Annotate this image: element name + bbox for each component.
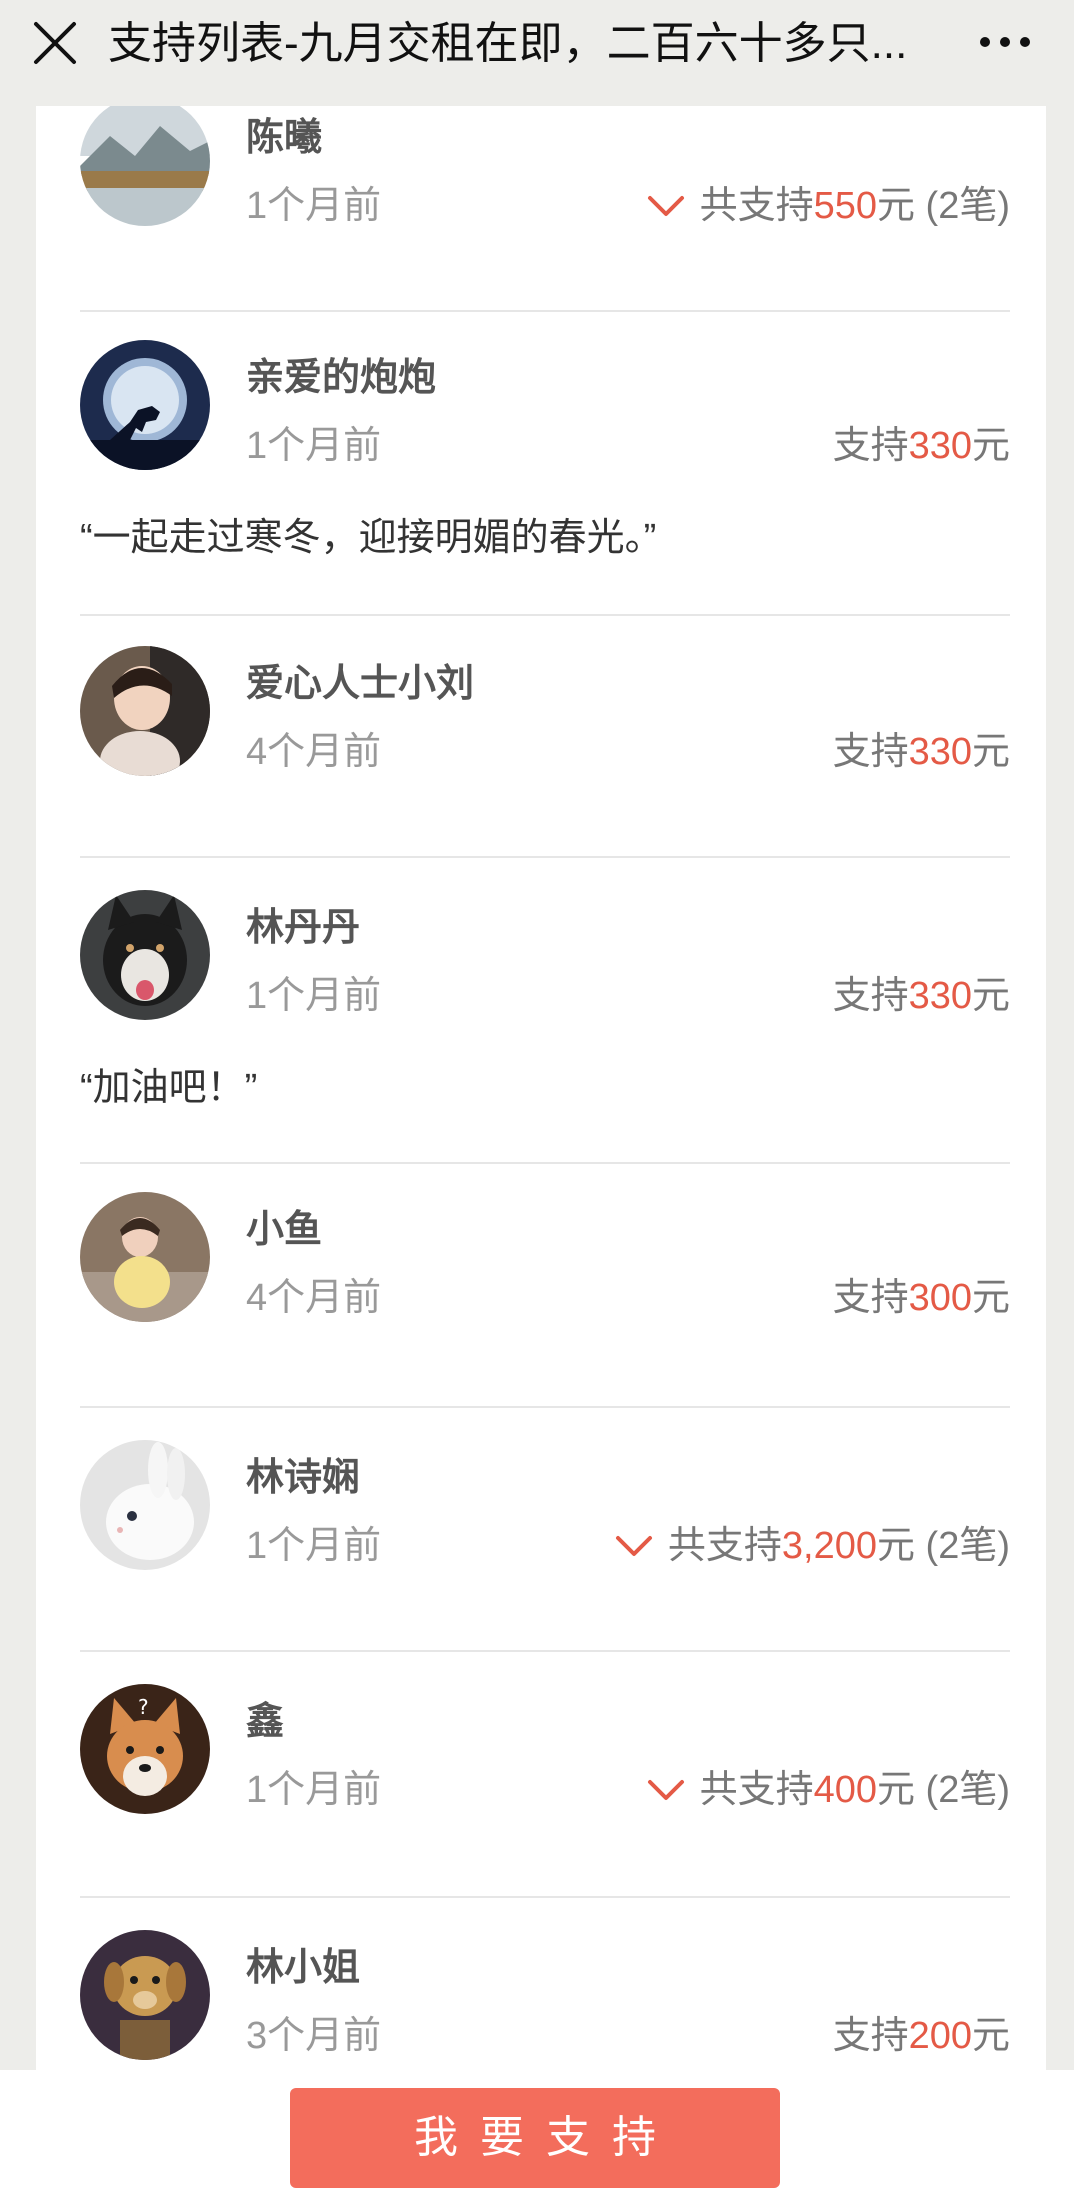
amount-value: 550 — [813, 185, 877, 227]
divider — [80, 1162, 1010, 1164]
chevron-down-icon[interactable] — [646, 192, 686, 220]
support-comment: “一起走过寒冬，迎接明媚的春光。” — [80, 517, 657, 559]
divider — [80, 614, 1010, 616]
chevron-down-icon[interactable] — [614, 1532, 654, 1560]
support-amount: 支持 330 元 — [833, 972, 1010, 1020]
support-comment: “加油吧！” — [80, 1067, 258, 1109]
amount-value: 3,200 — [781, 1525, 877, 1567]
supporter-name: 鑫 — [246, 1701, 285, 1743]
support-time: 1个月前 — [246, 1769, 382, 1811]
support-time: 3个月前 — [246, 2015, 382, 2057]
amount-suffix: 元 — [971, 2015, 1010, 2057]
avatar — [80, 106, 210, 226]
amount-prefix: 共支持 — [699, 185, 814, 227]
avatar — [80, 1440, 210, 1570]
amount-suffix: 元 (2笔) — [876, 185, 1010, 227]
amount-prefix: 支持 — [832, 1277, 909, 1319]
amount-prefix: 共支持 — [699, 1769, 814, 1811]
supporter-name: 林小姐 — [246, 1947, 361, 1989]
support-amount: 支持 200 元 — [833, 2012, 1010, 2060]
close-icon[interactable] — [30, 18, 80, 68]
divider — [80, 1406, 1010, 1408]
amount-suffix: 元 — [971, 1277, 1010, 1319]
supporter-name: 爱心人士小刘 — [246, 663, 475, 705]
amount-prefix: 支持 — [832, 425, 909, 467]
amount-value: 200 — [908, 2015, 972, 2057]
support-amount[interactable]: 共支持 400 元 (2笔) — [646, 1766, 1010, 1814]
amount-prefix: 支持 — [832, 2015, 909, 2057]
page-title: 支持列表-九月交租在即，二百六十多只... — [108, 19, 908, 68]
avatar — [80, 340, 210, 470]
avatar: ? — [80, 1684, 210, 1814]
divider — [80, 310, 1010, 312]
avatar — [80, 646, 210, 776]
support-time: 1个月前 — [246, 185, 382, 227]
amount-value: 300 — [908, 1277, 972, 1319]
avatar — [80, 890, 210, 1020]
divider — [80, 856, 1010, 858]
amount-suffix: 元 — [971, 975, 1010, 1017]
support-amount: 支持 330 元 — [833, 422, 1010, 470]
supporter-name: 小鱼 — [246, 1209, 323, 1251]
avatar — [80, 1930, 210, 2060]
support-amount: 支持 300 元 — [833, 1274, 1010, 1322]
support-time: 1个月前 — [246, 1525, 382, 1567]
supporter-name: 亲爱的炮炮 — [246, 357, 437, 399]
svg-text:?: ? — [138, 1695, 149, 1719]
amount-prefix: 共支持 — [667, 1525, 782, 1567]
chevron-down-icon[interactable] — [646, 1776, 686, 1804]
support-time: 1个月前 — [246, 425, 382, 467]
support-button[interactable]: 我要支持 — [290, 2088, 780, 2188]
amount-prefix: 支持 — [832, 731, 909, 773]
supporter-list: 陈曦 1个月前 共支持 550 元 (2笔) 亲爱的炮炮 1个月前 支持 330 元 “… — [36, 106, 1046, 2070]
avatar — [80, 1192, 210, 1322]
more-icon[interactable] — [975, 22, 1035, 62]
amount-value: 330 — [908, 975, 972, 1017]
support-time: 4个月前 — [246, 1277, 382, 1319]
amount-value: 330 — [908, 425, 972, 467]
amount-prefix: 支持 — [832, 975, 909, 1017]
support-time: 4个月前 — [246, 731, 382, 773]
support-amount[interactable]: 共支持 3,200 元 (2笔) — [614, 1522, 1010, 1570]
amount-suffix: 元 — [971, 425, 1010, 467]
amount-suffix: 元 (2笔) — [876, 1525, 1010, 1567]
top-bar: 支持列表-九月交租在即，二百六十多只... — [0, 0, 1074, 106]
amount-value: 330 — [908, 731, 972, 773]
amount-suffix: 元 (2笔) — [876, 1769, 1010, 1811]
amount-suffix: 元 — [971, 731, 1010, 773]
divider — [80, 1896, 1010, 1898]
divider — [80, 1650, 1010, 1652]
support-amount: 支持 330 元 — [833, 728, 1010, 776]
supporter-name: 林丹丹 — [246, 907, 361, 949]
supporter-name: 林诗娴 — [246, 1457, 361, 1499]
support-amount[interactable]: 共支持 550 元 (2笔) — [646, 182, 1010, 230]
bottom-bar: 我要支持 — [0, 2070, 1074, 2207]
supporter-name: 陈曦 — [246, 117, 323, 159]
support-time: 1个月前 — [246, 975, 382, 1017]
amount-value: 400 — [813, 1769, 877, 1811]
